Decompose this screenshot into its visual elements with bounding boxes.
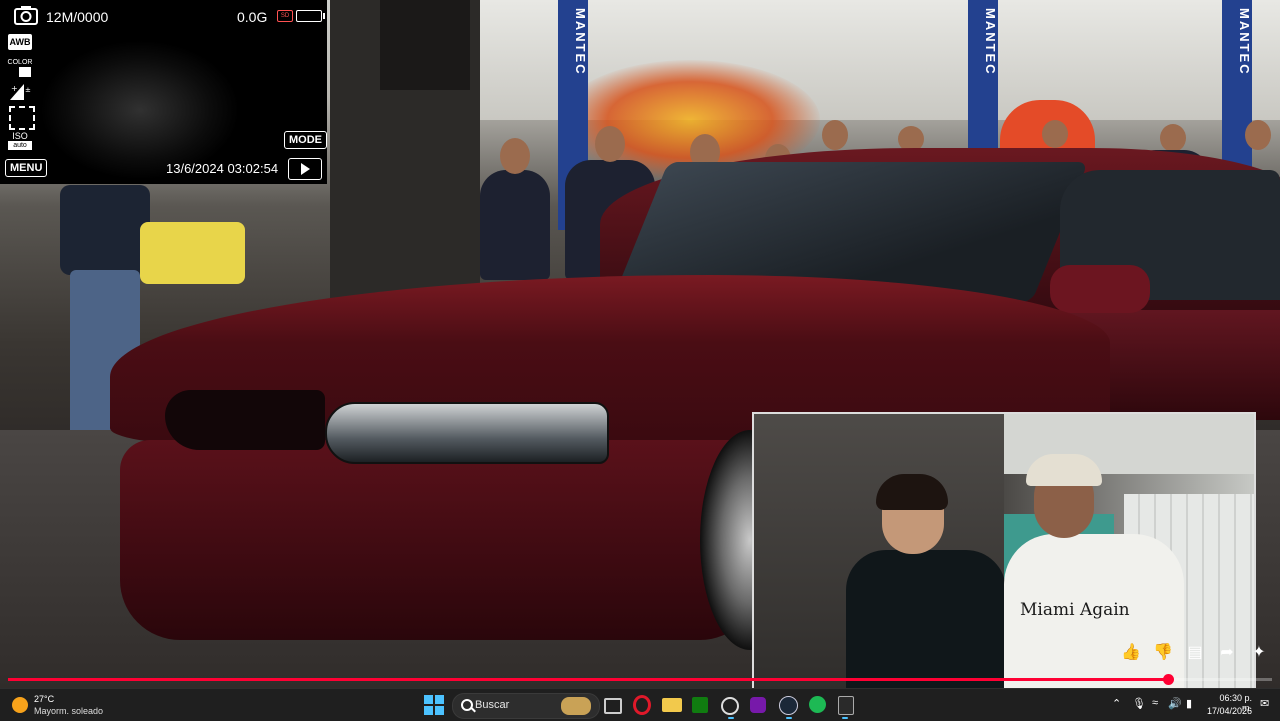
comment-icon[interactable]: ▤ xyxy=(1184,642,1206,666)
active-app-indicator xyxy=(842,717,848,719)
onenote-icon[interactable] xyxy=(750,697,766,713)
camera-icon xyxy=(14,6,38,25)
share-icon[interactable]: ➦ xyxy=(1216,642,1238,666)
mode-button[interactable]: MODE xyxy=(284,131,327,149)
clock-date[interactable]: 17/04/2026 xyxy=(1200,706,1252,716)
battery-tray-icon[interactable]: ▮ xyxy=(1186,697,1192,710)
progress-fill xyxy=(8,678,1169,681)
search-highlight-icon xyxy=(561,697,591,715)
exposure-icon[interactable]: + ± xyxy=(8,82,32,102)
focus-area-icon[interactable] xyxy=(9,106,35,130)
taskbar: 27°C Mayorm. soleado Buscar ⌃ 🎙 ≈ 🔊 ▮ 06… xyxy=(0,688,1280,721)
person-left xyxy=(846,550,1006,690)
opera-icon[interactable] xyxy=(633,695,651,715)
bystander xyxy=(60,185,150,275)
search-placeholder: Buscar xyxy=(475,699,510,711)
iso-label: ISO xyxy=(12,131,28,141)
battery-icon xyxy=(296,10,325,22)
search-box[interactable]: Buscar xyxy=(452,693,600,719)
video-progress-bar[interactable] xyxy=(8,674,1272,685)
menu-button[interactable]: MENU xyxy=(5,159,48,177)
svg-text:±: ± xyxy=(25,86,31,94)
person-left-hair xyxy=(876,474,948,510)
microphone-icon[interactable]: 🎙 xyxy=(1132,697,1146,710)
weather-sun-icon[interactable] xyxy=(12,697,28,713)
tray-overflow-icon[interactable]: ⌃ xyxy=(1112,697,1121,710)
car-mirror xyxy=(1050,265,1150,313)
sparkle-icon[interactable]: ✦ xyxy=(1248,642,1270,666)
camera-preview xyxy=(40,40,240,180)
color-swatch[interactable] xyxy=(19,67,31,77)
chrome-icon[interactable] xyxy=(721,697,739,715)
resolution-label: 12M/0000 xyxy=(46,9,109,25)
weather-desc[interactable]: Mayorm. soleado xyxy=(34,706,103,716)
sd-card-icon: SD xyxy=(277,10,293,22)
yellow-crate xyxy=(140,222,245,284)
thumbs-down-icon[interactable]: 👎 xyxy=(1152,642,1174,666)
play-button[interactable] xyxy=(288,158,322,180)
car-bumper xyxy=(120,440,760,640)
task-view-icon[interactable] xyxy=(604,698,622,714)
awb-button[interactable]: AWB xyxy=(8,34,32,50)
pip-actions: 👍 👎 ▤ ➦ ✦ xyxy=(1120,642,1270,666)
active-app-indicator xyxy=(728,717,734,719)
file-explorer-icon[interactable] xyxy=(662,698,682,712)
tire-stack xyxy=(380,0,470,90)
wifi-icon[interactable]: ≈ xyxy=(1152,697,1158,709)
shirt-text: Miami Again xyxy=(1020,600,1130,620)
spotify-icon[interactable] xyxy=(809,696,826,713)
timestamp: 13/6/2024 03:02:54 xyxy=(166,161,279,176)
svg-text:+: + xyxy=(11,84,18,93)
weather-temp[interactable]: 27°C xyxy=(34,694,54,704)
gforce-label: 0.0G xyxy=(237,9,268,25)
thumbs-up-icon[interactable]: 👍 xyxy=(1120,642,1142,666)
volume-icon[interactable]: 🔊 xyxy=(1168,697,1182,710)
epic-games-icon[interactable] xyxy=(838,696,854,715)
car-headlight xyxy=(325,402,609,464)
active-app-indicator xyxy=(786,717,792,719)
iso-value[interactable]: auto xyxy=(8,141,32,150)
car-grille xyxy=(165,390,325,450)
steam-icon[interactable] xyxy=(779,696,798,715)
xbox-icon[interactable] xyxy=(692,697,708,713)
person-right-cap xyxy=(1026,454,1102,486)
windows-start-icon[interactable] xyxy=(424,695,444,715)
search-icon xyxy=(461,699,473,711)
notification-bell-icon[interactable]: ✉ xyxy=(1260,697,1269,710)
camera-overlay: 12M/0000 0.0G SD AWB COLOR + ± ISO auto … xyxy=(0,0,327,184)
color-label: COLOR xyxy=(7,59,33,66)
